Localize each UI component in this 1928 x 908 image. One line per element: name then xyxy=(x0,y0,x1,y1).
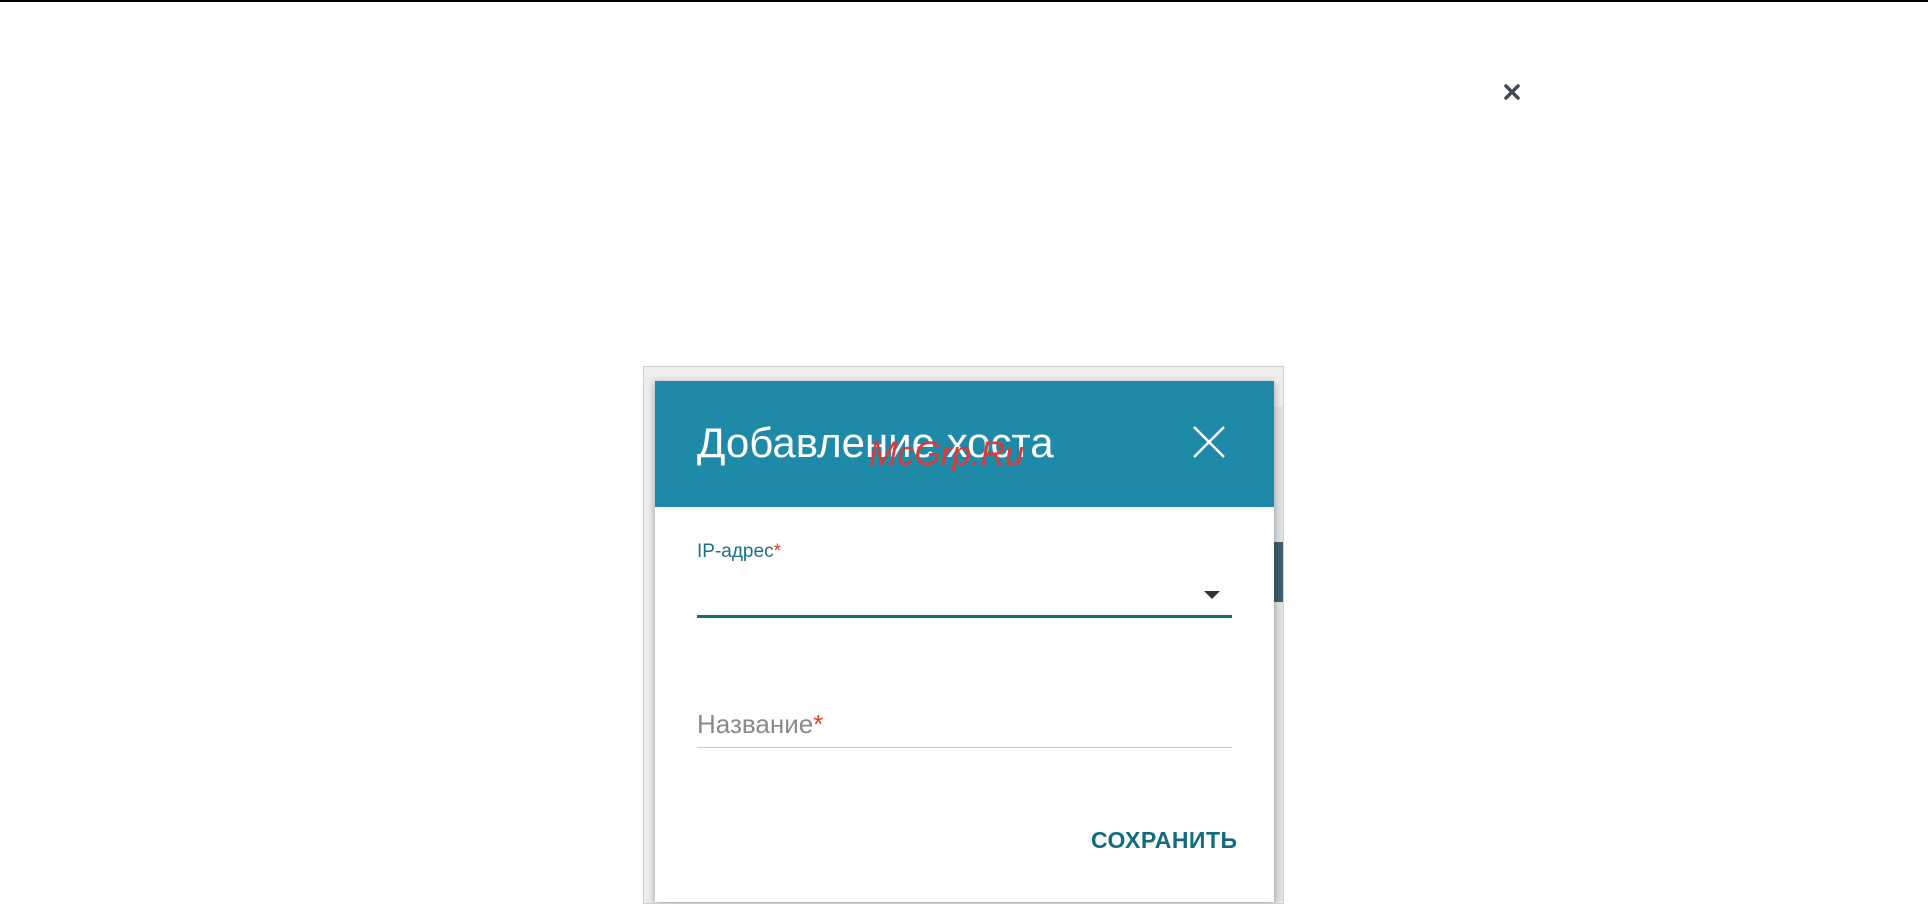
add-host-dialog: Добавление хоста McGrp.Ru IP-адрес* Назв… xyxy=(655,381,1274,902)
ip-address-label: IP-адрес* xyxy=(697,541,781,563)
name-input[interactable]: Название* xyxy=(697,703,1232,748)
ip-address-select[interactable] xyxy=(697,569,1232,618)
top-divider xyxy=(0,0,1928,2)
watermark: McGrp.Ru xyxy=(869,435,1024,473)
save-button[interactable]: СОХРАНИТЬ xyxy=(1091,827,1238,854)
required-mark: * xyxy=(813,709,824,739)
page-close-icon[interactable] xyxy=(1498,78,1526,106)
ip-address-label-text: IP-адрес xyxy=(697,541,774,562)
required-mark: * xyxy=(773,541,781,562)
name-placeholder-text: Название xyxy=(697,709,814,739)
name-placeholder: Название* xyxy=(697,709,823,740)
close-icon[interactable] xyxy=(1192,425,1226,459)
chevron-down-icon[interactable] xyxy=(1204,591,1220,599)
screenshot-frame: Добавление хоста McGrp.Ru IP-адрес* Назв… xyxy=(643,366,1284,904)
dialog-header: Добавление хоста McGrp.Ru xyxy=(655,381,1274,507)
